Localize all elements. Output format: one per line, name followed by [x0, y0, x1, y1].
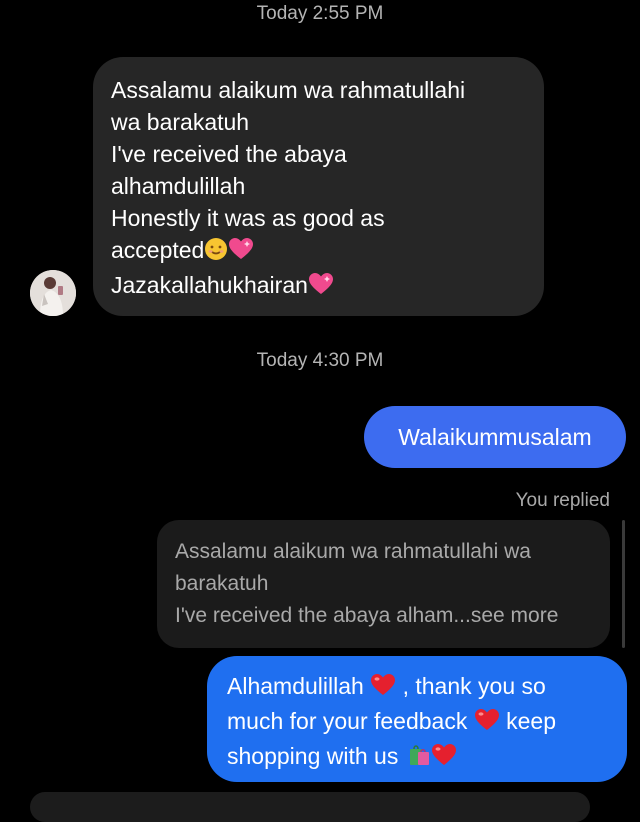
message-line: Honestly it was as good as: [111, 205, 385, 231]
preview-line: I've received the abaya alham...see more: [175, 604, 559, 627]
message-line: wa barakatuh: [111, 109, 250, 135]
message-line-with-emoji: shopping with us: [227, 740, 609, 775]
message-text: Alhamdulillah: [227, 673, 364, 699]
pink-heart-icon: [308, 272, 334, 304]
message-text: accepted: [111, 237, 205, 263]
timestamp: Today 4:30 PM: [256, 350, 384, 371]
message-text: much for your feedback: [227, 708, 468, 734]
red-heart-icon: [370, 673, 396, 705]
message-line-with-emoji: much for your feedback keep: [227, 705, 609, 740]
red-heart-icon: [474, 708, 500, 740]
incoming-message-bubble[interactable]: Assalamu alaikum wa rahmatullahi wa bara…: [93, 57, 544, 316]
message-text: keep: [506, 708, 556, 734]
avatar-image: [30, 270, 76, 316]
preview-line: barakatuh: [175, 572, 269, 595]
next-message-bubble-edge: [30, 792, 590, 822]
message-line-with-emoji: Jazakallahukhairan: [111, 269, 526, 304]
message-line: I've received the abaya: [111, 141, 347, 167]
message-text: Jazakallahukhairan: [111, 272, 308, 298]
scrollbar[interactable]: [622, 520, 625, 648]
shopping-bags-icon: [405, 741, 431, 775]
outgoing-message-bubble[interactable]: Alhamdulillah , thank you so much for yo…: [207, 656, 627, 782]
outgoing-message-bubble[interactable]: Walaikummusalam: [364, 406, 626, 468]
message-line: alhamdulillah: [111, 173, 246, 199]
pink-heart-icon: [228, 237, 254, 269]
smiling-face-icon: [204, 237, 228, 269]
red-heart-icon: [431, 743, 457, 775]
message-line: Assalamu alaikum wa rahmatullahi: [111, 77, 466, 103]
replied-message-preview[interactable]: Assalamu alaikum wa rahmatullahi wa bara…: [157, 520, 610, 648]
reply-indicator: You replied: [515, 490, 610, 511]
preview-line: Assalamu alaikum wa rahmatullahi wa: [175, 540, 531, 563]
message-text: shopping with us: [227, 743, 399, 769]
message-line-with-emoji: accepted: [111, 234, 526, 269]
avatar[interactable]: [30, 270, 76, 316]
message-text: , thank you so: [402, 673, 546, 699]
timestamp: Today 2:55 PM: [256, 3, 384, 24]
message-line-with-emoji: Alhamdulillah , thank you so: [227, 670, 609, 705]
